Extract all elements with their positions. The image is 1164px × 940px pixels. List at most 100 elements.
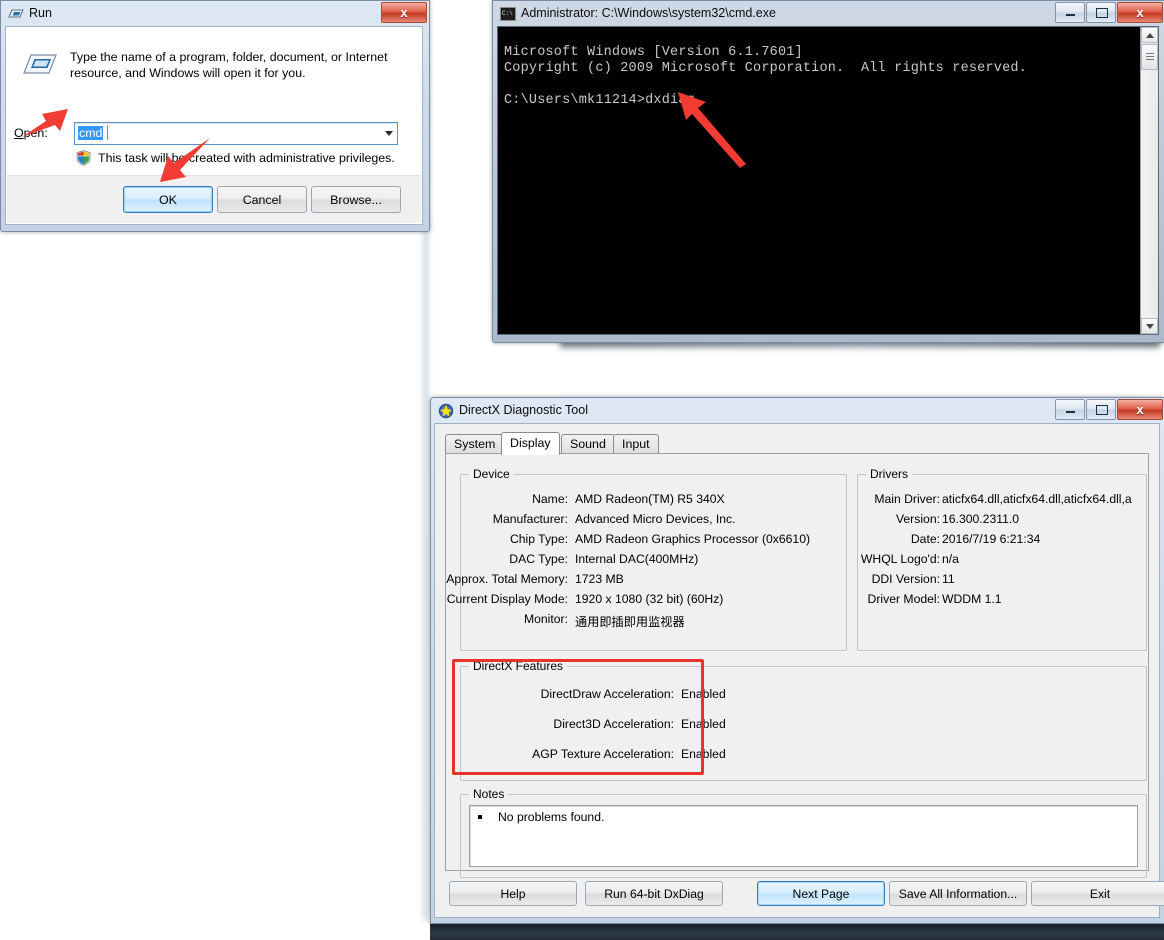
row-key: Main Driver: xyxy=(874,492,940,506)
cancel-button[interactable]: Cancel xyxy=(217,186,307,213)
uac-notice-text: This task will be created with administr… xyxy=(98,151,395,165)
row-key: Driver Model: xyxy=(867,592,940,606)
row-value: 通用即插即用监视器 xyxy=(575,615,685,629)
dxdiag-window: DirectX Diagnostic Tool x System Display… xyxy=(430,397,1164,924)
row-key: AGP Texture Acceleration: xyxy=(532,747,674,761)
notes-text: No problems found. xyxy=(498,810,605,824)
svg-text:C:\: C:\ xyxy=(502,10,513,17)
cmd-window-frame: C:\ Administrator: C:\Windows\system32\c… xyxy=(492,0,1164,343)
dxdiag-titlebar[interactable]: DirectX Diagnostic Tool x xyxy=(431,398,1164,424)
dxdiag-window-controls: x xyxy=(1054,399,1163,420)
minimize-icon[interactable] xyxy=(1055,2,1085,23)
help-button[interactable]: Help xyxy=(449,881,577,906)
bullet-icon xyxy=(478,815,482,819)
row-key: Version: xyxy=(895,512,940,526)
row-key: Direct3D Acceleration: xyxy=(553,717,674,731)
drivers-group-label: Drivers xyxy=(866,467,912,481)
device-group: Device Name: AMD Radeon(TM) R5 340X Manu… xyxy=(446,467,847,651)
save-all-information-button[interactable]: Save All Information... xyxy=(889,881,1027,906)
close-icon[interactable]: x xyxy=(381,2,427,23)
directx-features-group: DirectX Features DirectDraw Acceleration… xyxy=(460,659,1147,781)
minimize-icon[interactable] xyxy=(1055,399,1085,420)
tab-input[interactable]: Input xyxy=(613,434,659,454)
desktop-taskbar[interactable] xyxy=(430,922,1164,940)
row-value: aticfx64.dll,aticfx64.dll,aticfx64.dll,a xyxy=(942,492,1132,506)
run-window-icon xyxy=(8,6,24,22)
open-label: Open: xyxy=(14,126,48,140)
row-value: 1920 x 1080 (32 bit) (60Hz) xyxy=(575,592,724,606)
row-value: Advanced Micro Devices, Inc. xyxy=(575,512,736,526)
row-value: Internal DAC(400MHz) xyxy=(575,552,699,566)
notes-group-label: Notes xyxy=(469,787,509,801)
maximize-icon[interactable] xyxy=(1086,2,1116,23)
drivers-group: Drivers Main Driver: aticfx64.dll,aticfx… xyxy=(857,467,1147,651)
dxdiag-display-tab-panel: Device Name: AMD Radeon(TM) R5 340X Manu… xyxy=(445,453,1149,878)
row-value: AMD Radeon(TM) R5 340X xyxy=(575,492,725,506)
row-key: Name: xyxy=(532,492,568,506)
row-value: WDDM 1.1 xyxy=(942,592,1002,606)
row-key: Manufacturer: xyxy=(492,512,568,526)
ok-button[interactable]: OK xyxy=(123,186,213,213)
row-value: Enabled xyxy=(681,717,726,731)
row-key: WHQL Logo'd: xyxy=(860,552,940,566)
dxdiag-tabstrip: System Display Sound Input xyxy=(445,432,1149,455)
row-key: Chip Type: xyxy=(509,532,568,546)
tab-sound[interactable]: Sound xyxy=(561,434,615,454)
scroll-up-icon[interactable] xyxy=(1141,27,1158,43)
dxdiag-title: DirectX Diagnostic Tool xyxy=(459,403,588,417)
run-dialog-button-bar: OK Cancel Browse... xyxy=(7,175,421,223)
dxdiag-body: System Display Sound Input Device Name: … xyxy=(434,423,1164,918)
row-key: DAC Type: xyxy=(509,552,568,566)
uac-shield-icon xyxy=(76,150,91,166)
browse-button[interactable]: Browse... xyxy=(311,186,401,213)
run-dialog-window-controls: x xyxy=(380,2,427,23)
tab-display[interactable]: Display xyxy=(501,432,560,455)
run-dialog-window: Run x Type the name of a program, folder… xyxy=(0,0,430,232)
close-icon[interactable]: x xyxy=(1117,2,1163,23)
tab-system[interactable]: System xyxy=(445,434,505,454)
row-key: Current Display Mode: xyxy=(446,592,568,606)
cmd-console-text: Microsoft Windows [Version 6.1.7601] Cop… xyxy=(504,44,1027,108)
row-key: Approx. Total Memory: xyxy=(446,572,568,586)
cmd-window: C:\ Administrator: C:\Windows\system32\c… xyxy=(492,0,1164,343)
open-input-value[interactable]: cmd xyxy=(78,126,104,140)
chevron-down-icon[interactable] xyxy=(385,131,393,136)
desktop-window-edge-left xyxy=(424,220,429,920)
row-value: 1723 MB xyxy=(575,572,624,586)
open-combobox[interactable]: cmd xyxy=(74,122,398,145)
cmd-vertical-scrollbar[interactable] xyxy=(1140,27,1158,334)
dxdiag-button-bar: Help Run 64-bit DxDiag Next Page Save Al… xyxy=(445,881,1164,909)
directx-features-group-label: DirectX Features xyxy=(469,659,568,673)
exit-button[interactable]: Exit xyxy=(1031,881,1164,906)
row-key: Date: xyxy=(910,532,940,546)
scrollbar-thumb[interactable] xyxy=(1141,44,1158,70)
notes-textbox[interactable]: No problems found. xyxy=(469,805,1138,867)
scroll-down-icon[interactable] xyxy=(1141,318,1158,334)
cmd-window-icon: C:\ xyxy=(500,6,516,22)
row-key: Monitor: xyxy=(523,612,568,626)
row-value: Enabled xyxy=(681,687,726,701)
run-dialog-body: Type the name of a program, folder, docu… xyxy=(5,26,423,225)
open-label-rest: pen: xyxy=(23,126,48,140)
run-dialog-title: Run xyxy=(29,6,52,20)
row-value: 11 xyxy=(942,572,955,586)
row-value: AMD Radeon Graphics Processor (0x6610) xyxy=(575,532,811,546)
maximize-icon[interactable] xyxy=(1086,399,1116,420)
row-value: n/a xyxy=(942,552,959,566)
close-icon[interactable]: x xyxy=(1117,399,1163,420)
dxdiag-window-frame: DirectX Diagnostic Tool x System Display… xyxy=(430,397,1164,924)
run-64bit-dxdiag-button[interactable]: Run 64-bit DxDiag xyxy=(585,881,723,906)
cmd-title: Administrator: C:\Windows\system32\cmd.e… xyxy=(521,6,776,20)
device-group-label: Device xyxy=(469,467,514,481)
row-value: 16.300.2311.0 xyxy=(942,512,1020,526)
cmd-titlebar[interactable]: C:\ Administrator: C:\Windows\system32\c… xyxy=(493,1,1164,27)
run-dialog-description: Type the name of a program, folder, docu… xyxy=(70,50,388,80)
run-dialog-frame: Run x Type the name of a program, folder… xyxy=(0,0,430,232)
run-dialog-titlebar[interactable]: Run x xyxy=(1,1,429,27)
next-page-button[interactable]: Next Page xyxy=(757,881,885,906)
cmd-console-output[interactable]: Microsoft Windows [Version 6.1.7601] Cop… xyxy=(497,26,1159,335)
cmd-window-controls: x xyxy=(1054,2,1163,23)
row-value: 2016/7/19 6:21:34 xyxy=(942,532,1041,546)
dxdiag-window-icon xyxy=(438,403,454,419)
text-caret xyxy=(107,125,108,140)
